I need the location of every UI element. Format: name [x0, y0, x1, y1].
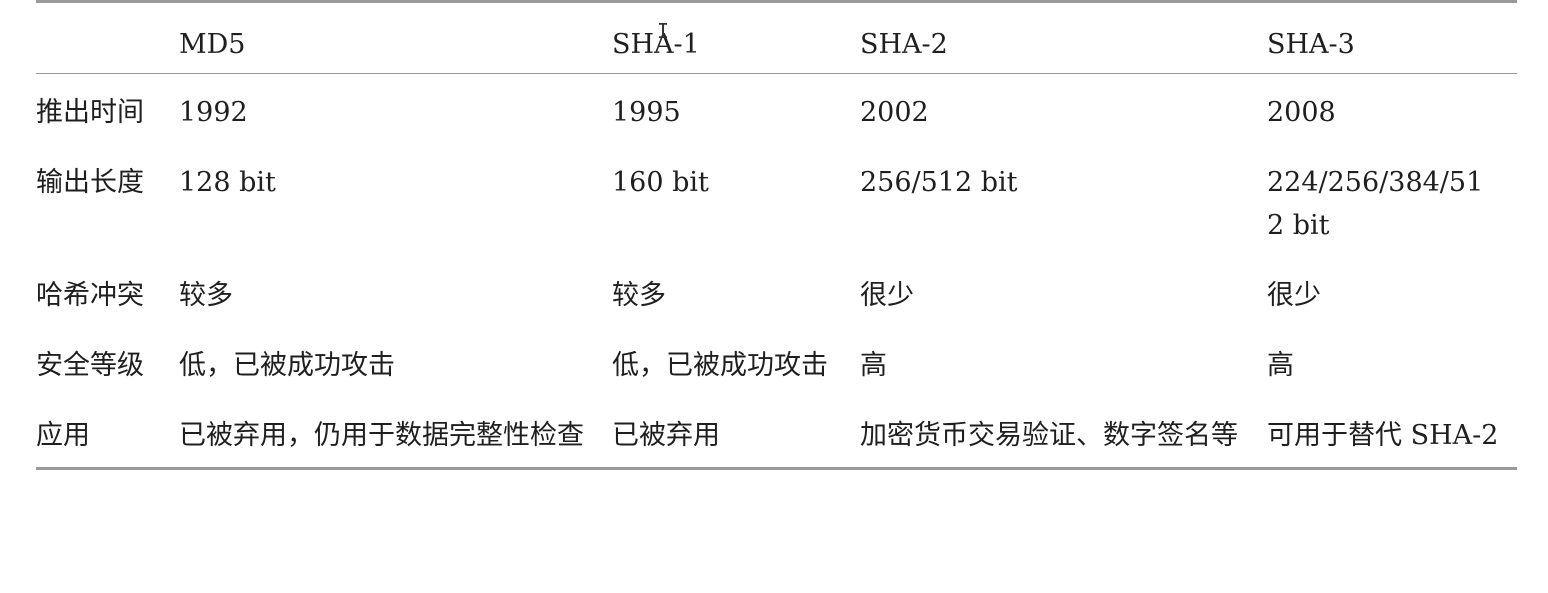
hash-comparison-table-wrapper: MD5 SHA-1 SHA-2 SHA-3 推出时间 1992 1995 200…: [36, 0, 1517, 470]
row-label-release-time: 推出时间: [36, 97, 144, 128]
table-cell: 加密货币交易验证、数字签名等: [860, 420, 1238, 451]
header-sha2: SHA-2: [860, 29, 948, 60]
row-label-output-length: 输出长度: [36, 167, 144, 198]
table-header-row: MD5 SHA-1 SHA-2 SHA-3: [36, 1, 1517, 74]
table-cell: 128 bit: [179, 167, 276, 198]
table-cell: 较多: [179, 280, 233, 311]
table-cell: 低，已被成功攻击: [179, 350, 395, 381]
table-cell: 1995: [612, 97, 681, 128]
table-cell: 2008: [1267, 97, 1336, 128]
table-cell: 已被弃用: [612, 420, 720, 451]
row-label-application: 应用: [36, 420, 90, 451]
table-cell: 低，已被成功攻击: [612, 350, 828, 381]
table-row: 推出时间 1992 1995 2002 2008: [36, 74, 1517, 145]
table-cell: 256/512 bit: [860, 167, 1018, 198]
header-md5: MD5: [179, 29, 246, 60]
table-row: 哈希冲突 较多 较多 很少 很少: [36, 257, 1517, 327]
table-cell: 160 bit: [612, 167, 709, 198]
table-cell: 高: [860, 350, 887, 381]
table-cell: 1992: [179, 97, 248, 128]
table-cell: 可用于替代 SHA-2: [1267, 420, 1499, 451]
table-cell: 较多: [612, 280, 666, 311]
table-cell: 高: [1267, 350, 1294, 381]
row-label-hash-collision: 哈希冲突: [36, 280, 144, 311]
table-cell: 2002: [860, 97, 929, 128]
table-row: 应用 已被弃用，仍用于数据完整性检查 已被弃用 加密货币交易验证、数字签名等 可…: [36, 397, 1517, 469]
header-corner-cell: [36, 2, 179, 74]
table-cell: 224/256/384/512 bit: [1267, 167, 1484, 241]
table-cell: 很少: [1267, 280, 1321, 311]
header-sha3: SHA-3: [1267, 29, 1355, 60]
table-row: 安全等级 低，已被成功攻击 低，已被成功攻击 高 高: [36, 327, 1517, 397]
table-cell: 很少: [860, 280, 914, 311]
table-row: 输出长度 128 bit 160 bit 256/512 bit 224/256…: [36, 144, 1517, 257]
table-cell: 已被弃用，仍用于数据完整性检查: [179, 420, 584, 451]
header-sha1: SHA-1: [612, 29, 700, 60]
hash-comparison-table: MD5 SHA-1 SHA-2 SHA-3 推出时间 1992 1995 200…: [36, 0, 1517, 470]
row-label-security-level: 安全等级: [36, 350, 144, 381]
